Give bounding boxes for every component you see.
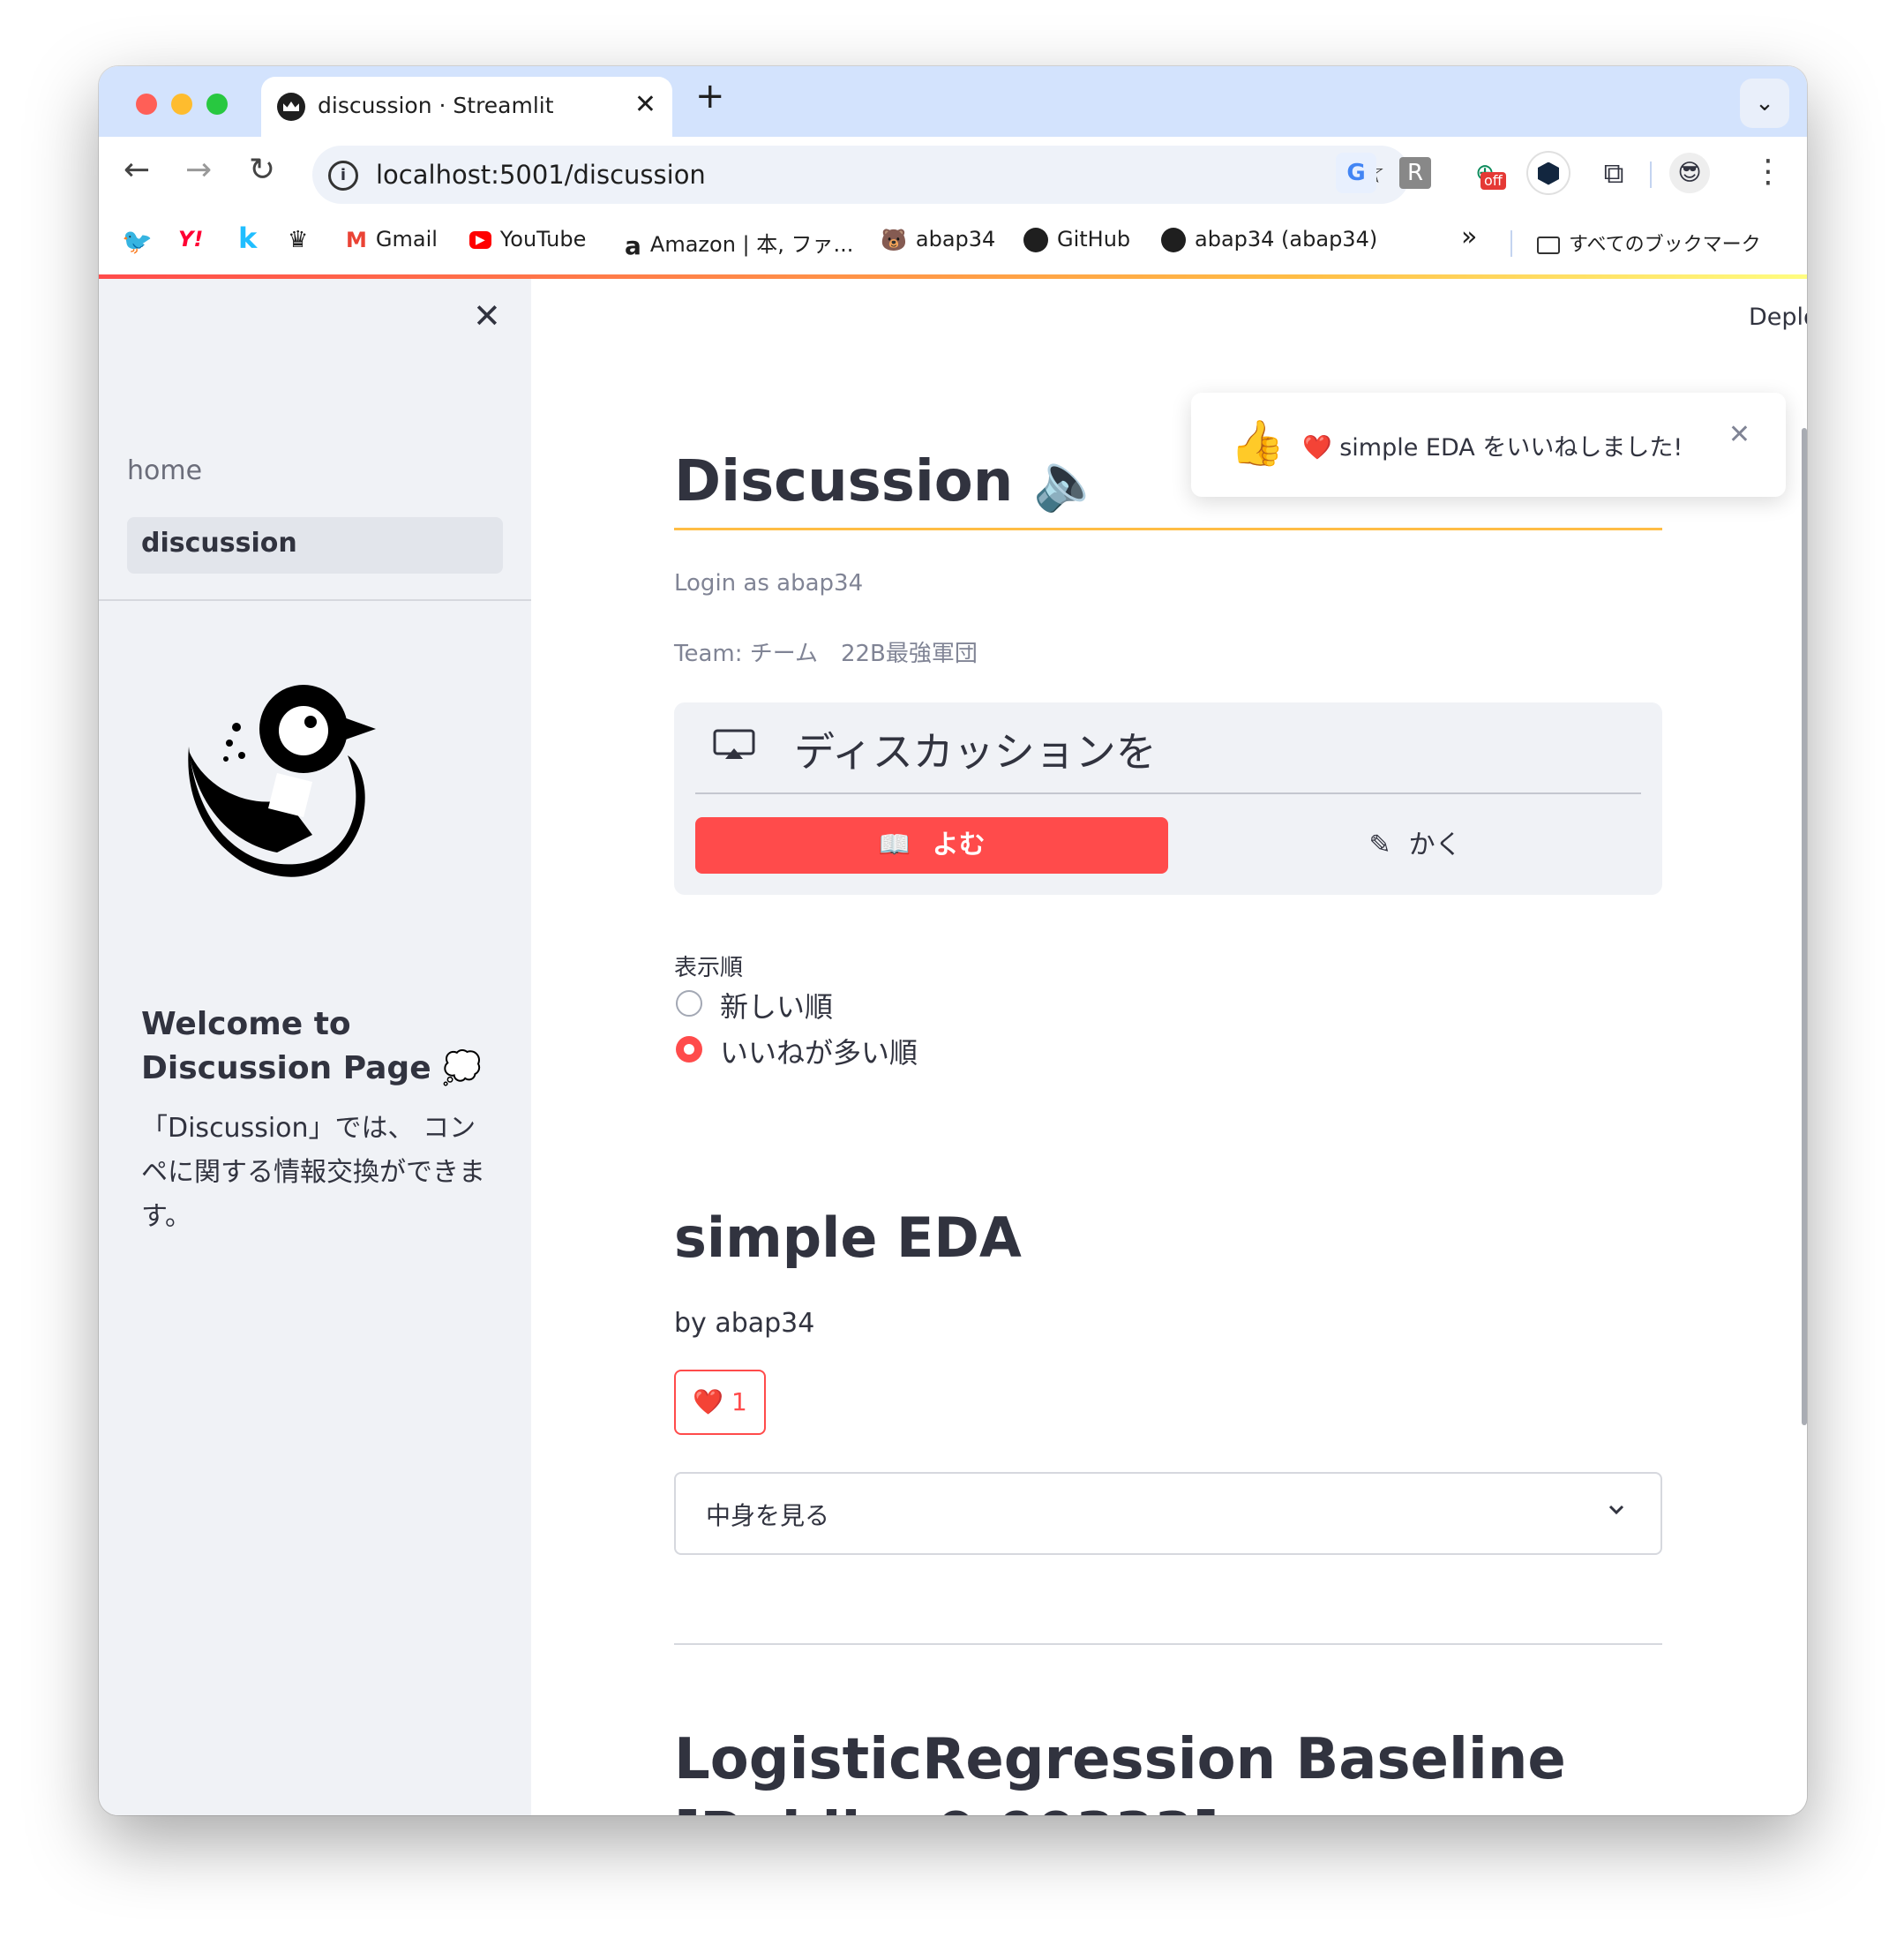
folder-icon [1537, 237, 1560, 254]
bookmarks-bar: 🐦 Y! k ♛ M Gmail ▶ YouTube a Amazon | 本, ファ… [99, 213, 1807, 274]
title-divider [674, 528, 1662, 530]
sidebar-description: 「Discussion」では、 コンペに関する情報交換ができます。 [141, 1113, 485, 1232]
bookmark-abap34[interactable]: 🐻 abap34 [881, 227, 995, 252]
tab-title: discussion · Streamlit [318, 93, 554, 118]
youtube-play-icon: ▶ [469, 231, 491, 249]
amazon-a-icon: a [625, 230, 641, 260]
expander-label: 中身を見る [706, 1501, 830, 1530]
thumbs-up-icon: 👍 [1230, 417, 1286, 469]
bookmark-twitter[interactable]: 🐦 [122, 227, 153, 256]
bookmarks-overflow-icon[interactable]: » [1461, 222, 1477, 252]
book-icon: 📖 [878, 830, 911, 860]
address-bar[interactable]: i localhost:5001/discussion ☆ [312, 146, 1410, 204]
post-title: simple EDA [674, 1205, 1022, 1270]
read-button-label: よむ [932, 830, 986, 860]
write-button-label: かく [1408, 830, 1462, 860]
google-translate-extension-icon[interactable]: G [1336, 153, 1376, 193]
page-title: Discussion 🔈 [674, 449, 1104, 514]
atcoder-logo-icon: ♛ [288, 227, 309, 253]
off-extension-icon[interactable]: ⊕off [1465, 153, 1506, 193]
radio-button[interactable] [676, 990, 702, 1017]
bookmark-kaggle[interactable]: k [238, 222, 257, 255]
streamlit-favicon-icon [277, 93, 305, 121]
r-extension-icon[interactable]: R [1399, 157, 1431, 189]
panel-divider [695, 792, 1641, 794]
radio-option-label: いいねが多い順 [720, 1036, 918, 1070]
twitter-bird-icon: 🐦 [122, 227, 153, 256]
toast-close-icon[interactable]: ✕ [1728, 419, 1750, 450]
browser-menu-icon[interactable]: ⋮ [1752, 156, 1784, 188]
discussion-mode-panel: ディスカッションを 📖 よむ ✎ かく [674, 702, 1662, 895]
team-caption: Team: チーム 22B最強軍団 [674, 641, 978, 667]
tab-close-icon[interactable]: ✕ [634, 89, 656, 120]
close-sidebar-icon[interactable]: ✕ [473, 297, 501, 335]
browser-toolbar: ← → ↻ i localhost:5001/discussion ☆ G R … [99, 137, 1807, 213]
login-caption: Login as abap34 [674, 570, 864, 597]
maximize-window-button[interactable] [206, 94, 228, 115]
bookmark-atcoder[interactable]: ♛ [288, 227, 308, 253]
gmail-icon: M [346, 228, 367, 252]
chevron-down-icon [1608, 1505, 1624, 1515]
github-octocat-icon [1023, 228, 1048, 252]
penguin-logo-icon [188, 685, 376, 877]
sidebar-item-label: discussion [141, 528, 297, 559]
tab-strip: discussion · Streamlit ✕ + ⌄ [99, 66, 1807, 137]
github-octocat-icon [1161, 228, 1186, 252]
toast-notification: 👍 ❤️ simple EDA をいいねしました! ✕ [1191, 393, 1786, 497]
forward-arrow-icon[interactable]: → [185, 154, 212, 186]
sidebar-welcome-heading: Welcome to Discussion Page 💭 [141, 1006, 482, 1086]
bookmark-gmail[interactable]: M Gmail [346, 227, 438, 252]
bear-avatar-icon: 🐻 [881, 228, 907, 252]
off-badge: off [1480, 172, 1506, 190]
pencil-icon: ✎ [1368, 830, 1391, 860]
profile-avatar[interactable]: 😎 [1669, 153, 1710, 193]
like-button[interactable]: ❤️ 1 [674, 1370, 766, 1435]
bookmarks-divider [1510, 230, 1512, 257]
browser-tab-active[interactable]: discussion · Streamlit ✕ [261, 77, 672, 137]
post-divider [674, 1643, 1662, 1645]
yahoo-logo-icon: Y! [178, 227, 204, 252]
toolbar-divider [1650, 161, 1652, 188]
radio-option-label: 新しい順 [720, 990, 834, 1024]
sort-order-label: 表示順 [674, 955, 744, 981]
bookmark-github[interactable]: GitHub [1023, 227, 1130, 252]
page-scrollbar[interactable] [1802, 428, 1807, 1425]
post-content-expander[interactable]: 中身を見る [674, 1472, 1662, 1555]
bookmark-yahoo[interactable]: Y! [178, 227, 203, 252]
radio-button-selected[interactable] [676, 1036, 702, 1063]
panel-title: ディスカッションを [794, 728, 1157, 776]
site-info-icon[interactable]: i [328, 161, 358, 191]
browser-window: discussion · Streamlit ✕ + ⌄ ← → ↻ i loc… [99, 66, 1807, 1815]
post-title: LogisticRegression Baseline [Public: 0.0… [674, 1727, 1566, 1815]
read-button[interactable]: 📖 よむ [695, 817, 1168, 874]
sidebar: ✕ home discussion Welcome to Discussion … [99, 279, 531, 1815]
write-button[interactable]: ✎ かく [1189, 817, 1641, 874]
sidebar-item-discussion[interactable]: discussion [127, 517, 503, 574]
new-tab-button[interactable]: + [695, 79, 725, 114]
close-window-button[interactable] [136, 94, 157, 115]
back-arrow-icon[interactable]: ← [124, 154, 150, 186]
minimize-window-button[interactable] [171, 94, 192, 115]
kaggle-k-icon: k [238, 222, 258, 255]
reload-icon[interactable]: ↻ [249, 154, 275, 186]
tab-search-chevron-icon[interactable]: ⌄ [1740, 79, 1789, 128]
extensions-puzzle-icon[interactable]: ⧉ [1593, 153, 1634, 193]
post-author: by abap34 [674, 1308, 815, 1339]
sidebar-divider [99, 599, 531, 601]
screen-share-icon [713, 729, 755, 759]
bookmark-amazon[interactable]: a Amazon | 本, ファ... [625, 227, 853, 260]
bookmark-youtube[interactable]: ▶ YouTube [469, 227, 586, 252]
bookmark-github-abap34[interactable]: abap34 (abap34) [1161, 227, 1377, 252]
url-text[interactable]: localhost:5001/discussion [376, 160, 706, 190]
sidebar-item-home[interactable]: home [127, 455, 202, 486]
toast-message: ❤️ simple EDA をいいねしました! [1302, 434, 1683, 462]
deploy-button[interactable]: Deploy [1749, 304, 1807, 331]
hexagon-extension-icon[interactable] [1528, 153, 1569, 193]
all-bookmarks-folder[interactable]: すべてのブックマーク [1537, 229, 1761, 257]
